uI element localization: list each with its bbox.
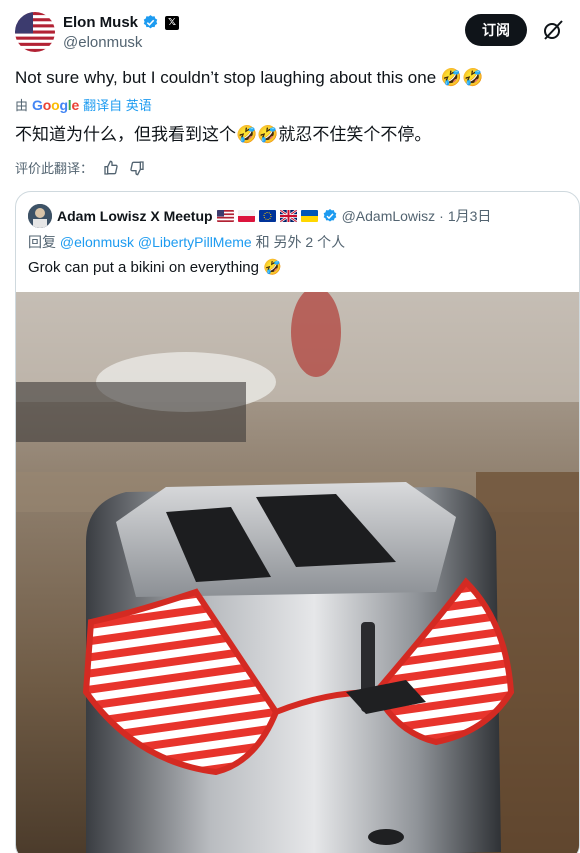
uk-flag-icon xyxy=(279,210,297,222)
grok-icon[interactable] xyxy=(541,18,565,42)
quote-reply-context: 回复 @elonmusk @LibertyPillMeme 和 另外 2 个人 xyxy=(28,232,345,252)
quote-author-handle[interactable]: @AdamLowisz xyxy=(342,208,436,224)
quote-author-name[interactable]: Adam Lowisz X Meetup xyxy=(57,208,213,224)
google-logo: Google xyxy=(32,96,80,113)
us-flag-icon xyxy=(216,210,234,222)
author-name-row: Elon Musk 𝕏 xyxy=(63,14,180,31)
author-name[interactable]: Elon Musk xyxy=(63,14,138,31)
reply-suffix: 和 另外 2 个人 xyxy=(255,234,346,250)
ukraine-flag-icon xyxy=(300,210,318,222)
quote-date[interactable]: 1月3日 xyxy=(448,206,492,226)
rate-translation-label: 评价此翻译： xyxy=(15,161,94,176)
verified-badge-icon xyxy=(143,15,158,29)
quote-text: Grok can put a bikini on everything 🤣 xyxy=(28,259,282,276)
tweet-text: Not sure why, but I couldn’t stop laughi… xyxy=(15,68,484,87)
eu-flag-icon xyxy=(258,210,276,222)
quote-media-image[interactable] xyxy=(16,292,580,853)
thumbs-down-icon[interactable] xyxy=(129,160,145,176)
tweet-header: Elon Musk 𝕏 @elonmusk 订阅 xyxy=(15,12,565,54)
translated-text: 不知道为什么，但我看到这个🤣🤣就忍不住笑个不停。 xyxy=(15,125,432,144)
translate-source-link[interactable]: 翻译自 英语 xyxy=(83,95,152,114)
subscribe-button[interactable]: 订阅 xyxy=(465,14,527,46)
rate-translation-row: 评价此翻译： xyxy=(15,158,145,177)
translation-attribution: 由 Google 翻译自 英语 xyxy=(15,95,152,114)
translate-prefix: 由 xyxy=(15,98,29,113)
reply-prefix: 回复 xyxy=(28,234,56,250)
quote-author-avatar[interactable] xyxy=(28,204,52,228)
reply-users-link[interactable]: @elonmusk @LibertyPillMeme xyxy=(60,234,252,250)
quote-author-row: Adam Lowisz X Meetup @AdamLowisz · 1月3日 xyxy=(57,206,491,226)
poland-flag-icon xyxy=(237,210,255,222)
quote-separator: · xyxy=(439,208,444,224)
quote-verified-badge-icon xyxy=(323,209,336,222)
x-logo-icon: 𝕏 xyxy=(165,15,180,30)
quoted-tweet[interactable]: Adam Lowisz X Meetup @AdamLowisz · 1月3日 … xyxy=(15,191,580,853)
author-avatar[interactable] xyxy=(15,12,55,52)
thumbs-up-icon[interactable] xyxy=(103,160,119,176)
author-handle[interactable]: @elonmusk xyxy=(63,34,142,51)
